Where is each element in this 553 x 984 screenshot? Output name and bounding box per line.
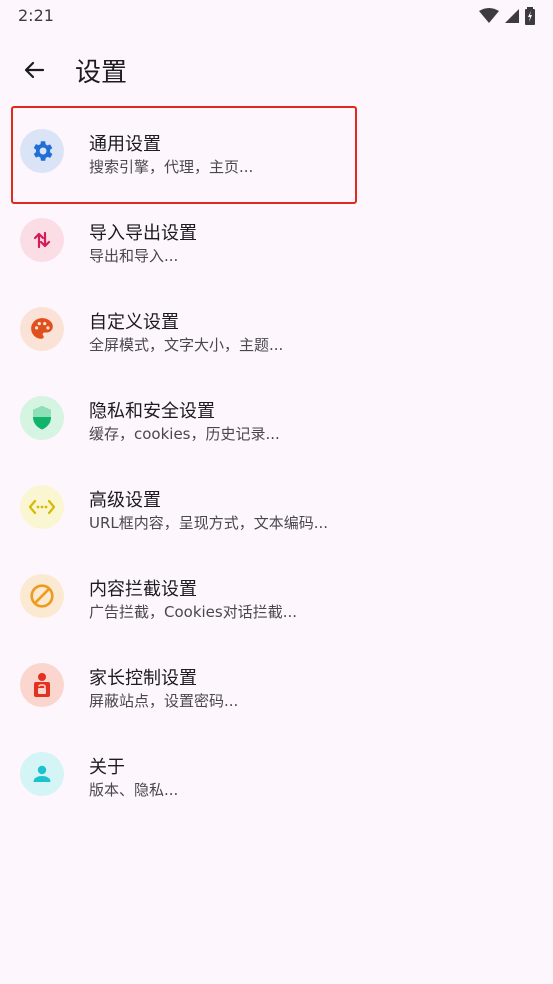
item-title: 家长控制设置 <box>89 668 197 689</box>
settings-item-parental-control[interactable]: 家长控制设置 屏蔽站点，设置密码... <box>0 640 553 729</box>
wifi-icon <box>479 8 499 23</box>
item-title: 高级设置 <box>89 490 161 511</box>
item-title: 自定义设置 <box>89 312 179 333</box>
code-icon <box>28 499 56 515</box>
settings-item-general[interactable]: 通用设置 搜索引擎，代理，主页... <box>0 106 553 195</box>
app-bar: 设置 <box>0 40 553 96</box>
back-button[interactable] <box>18 54 50 86</box>
status-icons <box>479 7 535 25</box>
status-time: 2:21 <box>18 6 54 25</box>
item-icon-bg <box>20 752 64 796</box>
gear-icon <box>33 141 53 161</box>
item-icon-bg <box>20 574 64 618</box>
settings-list: 通用设置 搜索引擎，代理，主页... 导入导出设置 导出和导入... 自定义设置… <box>0 106 553 818</box>
settings-item-about[interactable]: 关于 版本、隐私... <box>0 729 553 818</box>
item-subtitle: 全屏模式，文字大小，主题... <box>89 336 284 354</box>
item-icon-bg <box>20 218 64 262</box>
item-icon-bg <box>20 396 64 440</box>
item-subtitle: 导出和导入... <box>89 247 179 265</box>
item-subtitle: 广告拦截，Cookies对话拦截... <box>89 603 298 621</box>
settings-item-privacy[interactable]: 隐私和安全设置 缓存，cookies，历史记录... <box>0 373 553 462</box>
settings-item-content-blocking[interactable]: 内容拦截设置 广告拦截，Cookies对话拦截... <box>0 551 553 640</box>
item-icon-bg <box>20 307 64 351</box>
item-title: 导入导出设置 <box>89 223 197 244</box>
page-title: 设置 <box>75 58 128 88</box>
signal-icon <box>505 9 519 23</box>
item-icon-bg <box>20 485 64 529</box>
battery-icon <box>525 7 535 25</box>
shield-icon <box>33 406 51 430</box>
palette-icon <box>31 318 53 339</box>
item-subtitle: 缓存，cookies，历史记录... <box>89 425 280 443</box>
parental-lock-icon <box>34 673 50 697</box>
arrow-back-icon <box>24 61 45 79</box>
settings-item-customize[interactable]: 自定义设置 全屏模式，文字大小，主题... <box>0 284 553 373</box>
status-bar: 2:21 <box>0 0 553 32</box>
item-subtitle: 版本、隐私... <box>89 781 179 799</box>
settings-item-import-export[interactable]: 导入导出设置 导出和导入... <box>0 195 553 284</box>
item-title: 隐私和安全设置 <box>89 401 215 422</box>
item-icon-bg <box>20 663 64 707</box>
item-icon-bg <box>20 129 64 173</box>
item-subtitle: 搜索引擎，代理，主页... <box>89 158 254 176</box>
block-icon <box>30 584 54 608</box>
item-subtitle: URL框内容，呈现方式，文本编码... <box>89 514 329 532</box>
item-title: 关于 <box>89 757 125 778</box>
item-title: 通用设置 <box>89 134 161 155</box>
person-icon <box>33 765 51 782</box>
item-subtitle: 屏蔽站点，设置密码... <box>89 692 239 710</box>
settings-item-advanced[interactable]: 高级设置 URL框内容，呈现方式，文本编码... <box>0 462 553 551</box>
item-title: 内容拦截设置 <box>89 579 197 600</box>
import-export-icon <box>33 231 51 249</box>
